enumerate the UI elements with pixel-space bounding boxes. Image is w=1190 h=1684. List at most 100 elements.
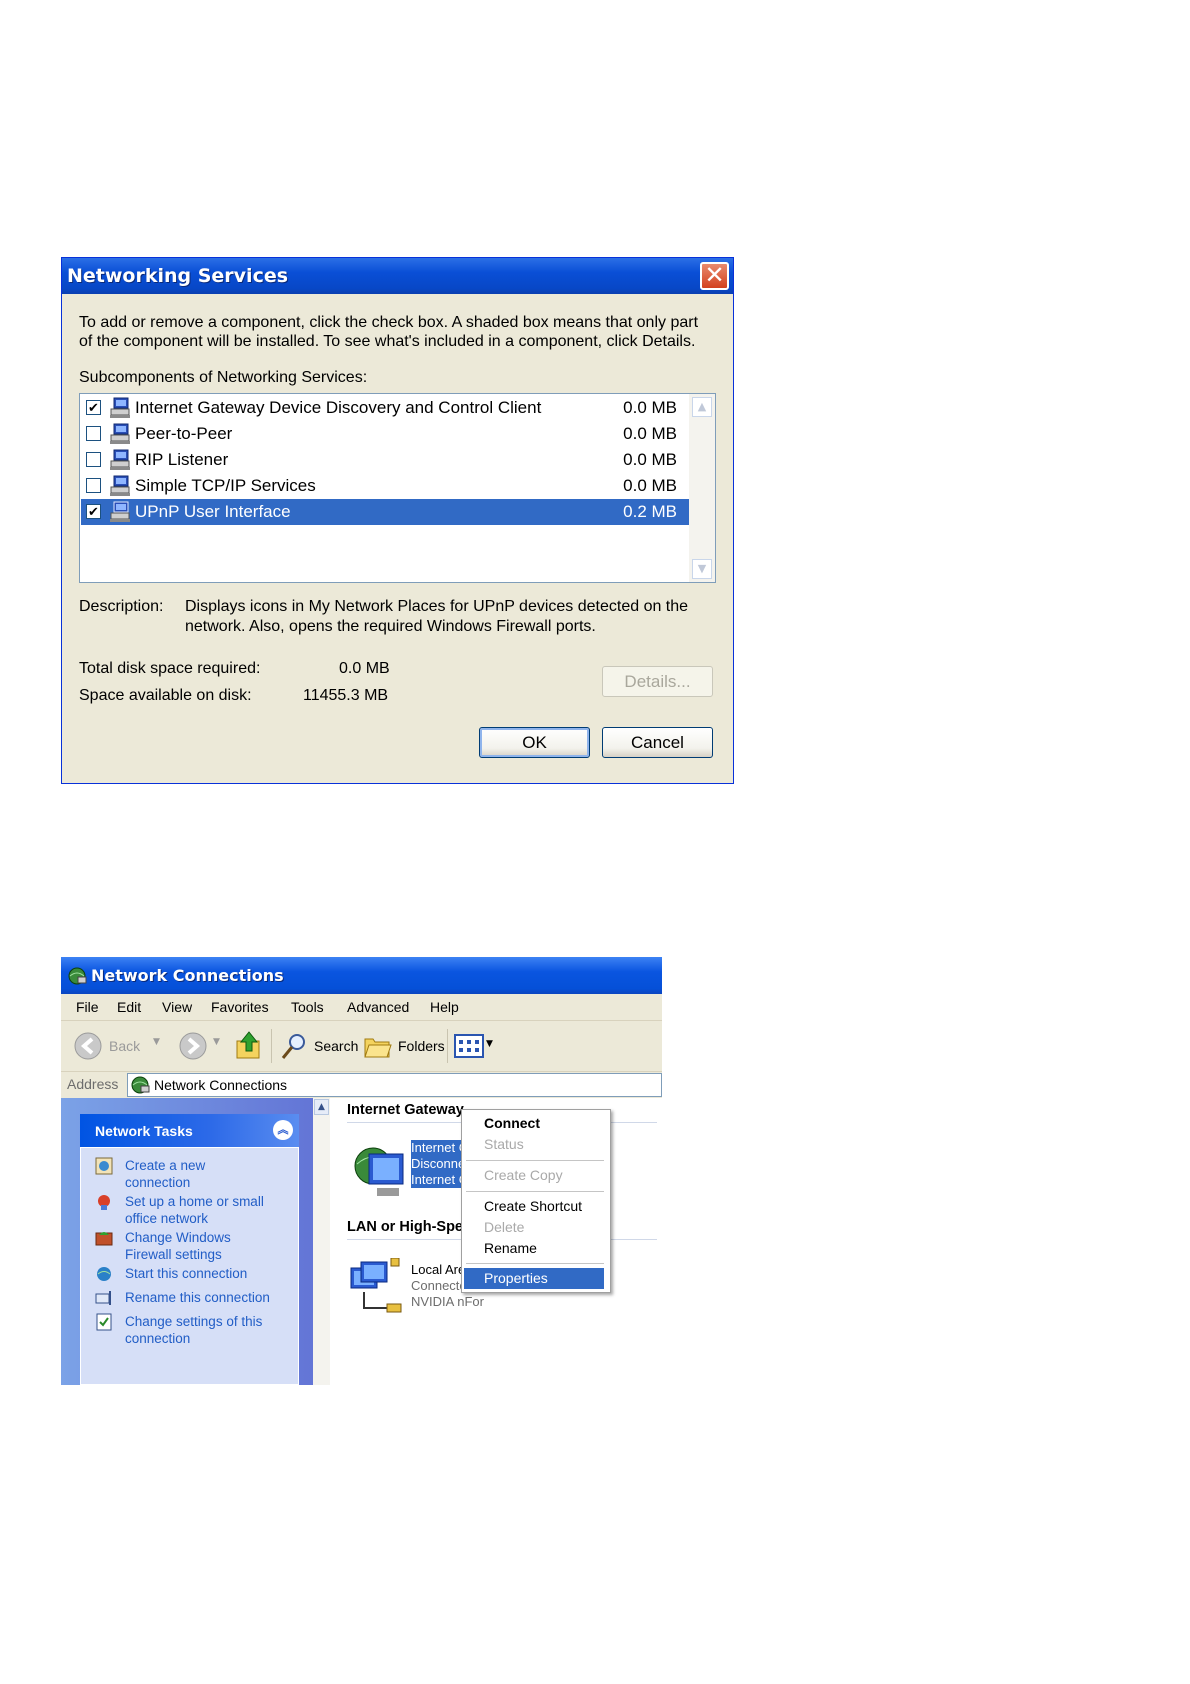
list-item[interactable]: RIP Listener 0.0 MB xyxy=(81,447,690,473)
menu-item-properties[interactable]: Properties xyxy=(464,1268,604,1289)
views-dropdown-icon: ▼ xyxy=(486,1039,493,1049)
networking-services-dialog: Networking Services ✕ To add or remove a… xyxy=(61,257,734,784)
scroll-down-arrow-icon[interactable]: ▼ xyxy=(692,559,712,579)
address-field[interactable]: Network Connections xyxy=(127,1073,662,1097)
internet-gateway-icon xyxy=(354,1147,404,1196)
menu-item-status[interactable]: Status xyxy=(464,1134,604,1155)
network-connections-icon xyxy=(68,967,87,985)
task-pane: Network Tasks ︽ Create a new connection S… xyxy=(61,1098,313,1385)
task-line: Create a new xyxy=(125,1158,206,1173)
checkbox-unchecked[interactable] xyxy=(86,426,101,441)
item-size: 0.0 MB xyxy=(623,476,677,495)
network-tasks-panel: Network Tasks ︽ Create a new connection S… xyxy=(80,1114,299,1385)
menu-edit[interactable]: Edit xyxy=(117,999,141,1015)
firewall-icon xyxy=(95,1232,113,1246)
task-line: Change settings of this xyxy=(125,1314,263,1329)
network-tasks-list: Create a new connection Set up a home or … xyxy=(80,1147,299,1385)
task-line: connection xyxy=(125,1175,191,1190)
list-scrollbar[interactable]: ▲ ▼ xyxy=(689,394,715,582)
ok-button[interactable]: OK xyxy=(479,727,590,758)
checkbox-checked[interactable]: ✔ xyxy=(86,504,101,519)
checkbox-unchecked[interactable] xyxy=(86,478,101,493)
menu-item-create-copy[interactable]: Create Copy xyxy=(464,1165,604,1186)
collapse-chevron-icon[interactable]: ︽ xyxy=(273,1120,293,1140)
item-name: RIP Listener xyxy=(135,450,229,469)
instructions-line-2: of the component will be installed. To s… xyxy=(79,333,696,350)
back-label: Back xyxy=(109,1038,141,1054)
description-label: Description: xyxy=(79,598,164,615)
list-item-selected[interactable]: ✔ UPnP User Interface 0.2 MB xyxy=(81,499,690,525)
toolbar-divider xyxy=(447,1029,448,1063)
subcomponents-list[interactable]: ✔ Internet Gateway Device Discovery and … xyxy=(79,393,716,583)
checkbox-unchecked[interactable] xyxy=(86,452,101,467)
lan-adapter: NVIDIA nFor xyxy=(411,1294,484,1309)
menu-tools[interactable]: Tools xyxy=(291,999,324,1015)
item-size: 0.0 MB xyxy=(623,450,677,469)
task-line: Firewall settings xyxy=(125,1247,222,1262)
item-name: UPnP User Interface xyxy=(135,502,291,521)
menu-help[interactable]: Help xyxy=(430,999,459,1015)
forward-dropdown-icon: ▼ xyxy=(213,1037,220,1047)
views-button[interactable]: ▼ xyxy=(454,1033,496,1059)
network-service-icon xyxy=(110,423,130,444)
dialog-title: Networking Services xyxy=(67,265,289,287)
task-line: Start this connection xyxy=(125,1266,248,1281)
menu-bar: File Edit View Favorites Tools Advanced … xyxy=(61,994,662,1021)
list-item[interactable]: ✔ Internet Gateway Device Discovery and … xyxy=(81,395,690,421)
back-button[interactable]: Back ▼ xyxy=(73,1031,163,1061)
item-size: 0.2 MB xyxy=(623,502,677,521)
rename-icon xyxy=(95,1291,111,1305)
dialog-title-bar[interactable]: Networking Services ✕ xyxy=(62,258,733,294)
settings-icon xyxy=(96,1313,112,1331)
details-button[interactable]: Details... xyxy=(602,666,713,697)
total-disk-label: Total disk space required: xyxy=(79,660,261,677)
cancel-button[interactable]: Cancel xyxy=(602,727,713,758)
back-dropdown-icon: ▼ xyxy=(153,1037,160,1047)
forward-arrow-icon[interactable] xyxy=(178,1031,208,1061)
search-button[interactable]: Search xyxy=(279,1031,359,1061)
list-item[interactable]: Peer-to-Peer 0.0 MB xyxy=(81,421,690,447)
menu-view[interactable]: View xyxy=(162,999,192,1015)
close-icon: ✕ xyxy=(704,261,725,289)
group-internet-gateway: Internet Gateway xyxy=(347,1102,464,1118)
new-connection-icon xyxy=(95,1157,113,1175)
network-service-icon xyxy=(110,475,130,496)
menu-item-delete[interactable]: Delete xyxy=(464,1217,604,1238)
menu-file[interactable]: File xyxy=(76,999,99,1015)
scroll-up-arrow-icon[interactable]: ▲ xyxy=(314,1099,329,1115)
start-connection-icon xyxy=(97,1267,111,1281)
address-value: Network Connections xyxy=(154,1077,288,1093)
folders-label: Folders xyxy=(398,1038,445,1054)
menu-item-create-shortcut[interactable]: Create Shortcut xyxy=(464,1196,604,1217)
network-tasks-header[interactable]: Network Tasks ︽ xyxy=(80,1114,299,1147)
list-item[interactable]: Simple TCP/IP Services 0.0 MB xyxy=(81,473,690,499)
menu-item-rename[interactable]: Rename xyxy=(464,1238,604,1259)
folders-button[interactable]: Folders xyxy=(363,1031,445,1061)
menu-separator xyxy=(466,1263,604,1264)
checkbox-checked[interactable]: ✔ xyxy=(86,400,101,415)
task-line: Rename this connection xyxy=(125,1290,270,1305)
total-disk-value: 0.0 MB xyxy=(339,660,390,677)
pane-scrollbar[interactable]: ▲ xyxy=(313,1098,330,1385)
toolbar-divider xyxy=(271,1029,272,1063)
up-folder-icon[interactable] xyxy=(234,1029,264,1061)
network-service-icon xyxy=(110,397,130,418)
item-name: Peer-to-Peer xyxy=(135,424,233,443)
close-button[interactable]: ✕ xyxy=(700,262,729,290)
task-line: connection xyxy=(125,1331,191,1346)
item-name: Simple TCP/IP Services xyxy=(135,476,316,495)
context-menu: Connect Status Create Copy Create Shortc… xyxy=(461,1109,611,1293)
search-label: Search xyxy=(314,1038,359,1054)
network-service-icon xyxy=(110,501,130,522)
window-title-bar[interactable]: Network Connections xyxy=(61,957,662,994)
network-connections-icon xyxy=(131,1076,150,1094)
menu-advanced[interactable]: Advanced xyxy=(347,999,409,1015)
menu-separator xyxy=(466,1191,604,1192)
task-line: Change Windows xyxy=(125,1230,231,1245)
menu-item-connect[interactable]: Connect xyxy=(464,1113,604,1134)
scroll-up-arrow-icon[interactable]: ▲ xyxy=(692,397,712,417)
item-size: 0.0 MB xyxy=(623,424,677,443)
menu-favorites[interactable]: Favorites xyxy=(211,999,269,1015)
folders-icon xyxy=(364,1038,392,1058)
network-service-icon xyxy=(110,449,130,470)
